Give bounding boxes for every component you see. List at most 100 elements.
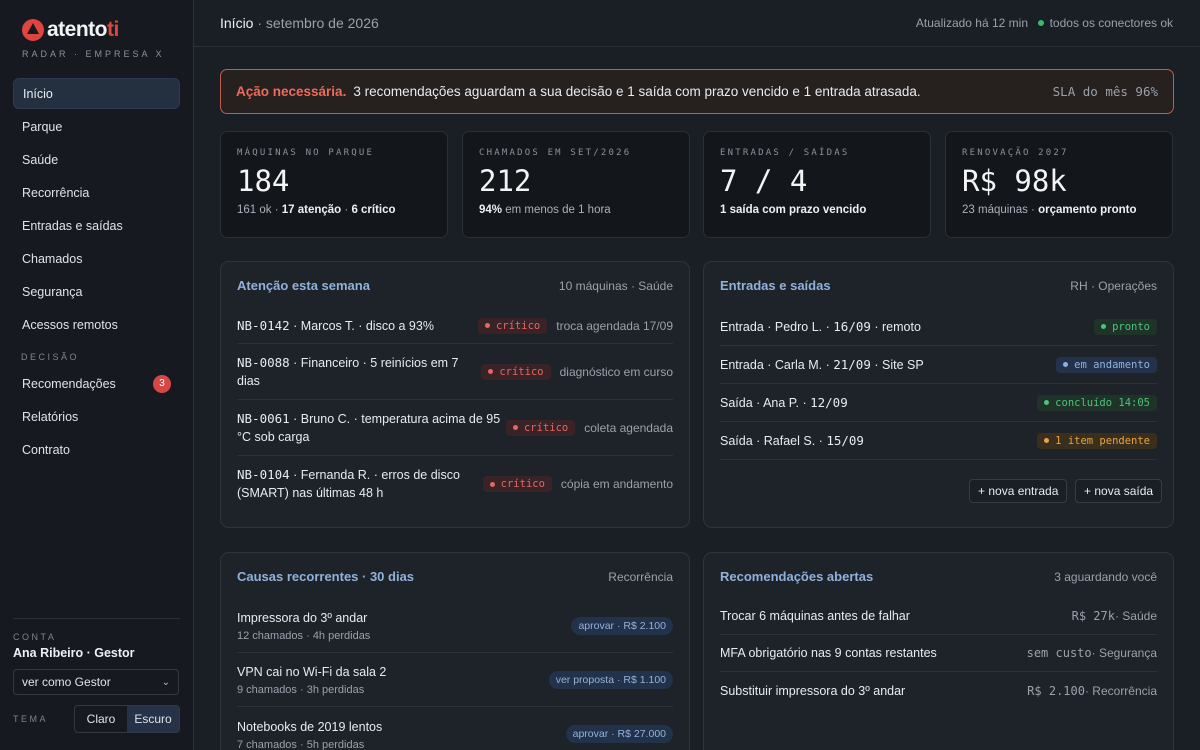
movement-row[interactable]: Entrada · Carla M. · 21/09 · Site SP em … (720, 346, 1157, 384)
recurring-row[interactable]: Notebooks de 2019 lentos 7 chamados · 5h… (237, 707, 673, 750)
page-title: Início · setembro de 2026 (220, 15, 379, 31)
recurring-row-text: VPN cai no Wi-Fi da sala 2 9 chamados · … (237, 665, 387, 696)
sidebar-item-label: Contrato (22, 442, 70, 457)
kpi-sub: 1 saída com prazo vencido (720, 204, 867, 216)
recommendation-cost: R$ 2.100 (1027, 683, 1085, 698)
kpi-machines[interactable]: MÁQUINAS NO PARQUE 184 161 ok · 17 atenç… (220, 131, 448, 238)
recurring-row[interactable]: Impressora do 3º andar 12 chamados · 4h … (237, 599, 673, 653)
attention-row-text: NB-0061 · Bruno C. · temperatura acima d… (237, 410, 501, 444)
sidebar-item-chamados[interactable]: Chamados (13, 243, 180, 274)
recommendation-area: · Segurança (1091, 646, 1157, 660)
status-dot-icon (1037, 20, 1044, 26)
page-period: · setembro de 2026 (257, 15, 379, 31)
page-title-text: Início (220, 15, 254, 31)
movement-row-text: Entrada · Carla M. · 21/09 · Site SP (720, 356, 924, 372)
sidebar-item-relatorios[interactable]: Relatórios (13, 401, 180, 432)
sidebar-divider (13, 618, 180, 619)
attention-row-text: NB-0142 · Marcos T. · disco a 93% (237, 317, 434, 333)
panel-title[interactable]: Atenção esta semana (237, 278, 370, 293)
attention-row[interactable]: NB-0104 · Fernanda R. · erros de disco (… (237, 456, 673, 512)
theme-option-dark[interactable]: Escuro (127, 706, 179, 732)
brand-logo[interactable]: atentoti (22, 18, 119, 42)
recurring-row[interactable]: VPN cai no Wi-Fi da sala 2 9 chamados · … (237, 653, 673, 707)
recurring-row-text: Impressora do 3º andar 12 chamados · 4h … (237, 611, 371, 642)
movement-row-text: Saída · Rafael S. · 15/09 (720, 432, 864, 448)
status-badge: 1 item pendente (1037, 432, 1157, 449)
sidebar-item-label: Saúde (22, 152, 59, 167)
panel-title[interactable]: Recomendações abertas (720, 569, 873, 584)
sla-month: SLA do mês 96% (1052, 84, 1158, 99)
logo-text: atentoti (47, 18, 119, 41)
kpi-label: RENOVAÇÃO 2027 (962, 148, 1069, 158)
attention-row[interactable]: NB-0142 · Marcos T. · disco a 93% crític… (237, 308, 673, 344)
theme-label: TEMA (13, 714, 49, 724)
severity-tag: crítico (482, 476, 552, 492)
recommendation-cost: R$ 27k (1071, 609, 1115, 623)
sidebar-nav: Início Parque Saúde Recorrência Entradas… (13, 78, 180, 467)
panel-meta: 10 máquinas · Saúde (558, 278, 673, 293)
logo-icon (22, 19, 44, 41)
recommendation-area: · Recorrência (1084, 683, 1157, 698)
panel-meta: 3 aguardando você (1054, 569, 1157, 584)
attention-panel: Atenção esta semana 10 máquinas · Saúde … (220, 261, 690, 528)
recurring-action-button[interactable]: ver proposta · R$ 1.100 (548, 670, 673, 689)
panel-title[interactable]: Entradas e saídas (720, 278, 831, 293)
row-status: diagnóstico em curso (559, 364, 673, 379)
status-badge: concluído 14:05 (1037, 394, 1157, 411)
severity-tag: crítico (481, 363, 551, 380)
recurring-row-text: Notebooks de 2019 lentos 7 chamados · 5h… (237, 719, 383, 750)
new-exit-button[interactable]: + nova saída (1075, 479, 1163, 503)
action-required-banner[interactable]: Ação necessária. 3 recomendações aguarda… (220, 69, 1174, 114)
panel-title[interactable]: Causas recorrentes · 30 dias (237, 569, 414, 584)
connectors-status-text: todos os conectores ok (1049, 16, 1173, 30)
recommendation-title: Trocar 6 máquinas antes de falhar (720, 609, 910, 623)
new-entry-button[interactable]: + nova entrada (969, 479, 1068, 503)
chevron-down-icon: ⌄ (161, 676, 170, 688)
alert-text: 3 recomendações aguardam a sua decisão e… (353, 84, 921, 99)
row-status: cópia em andamento (560, 477, 673, 491)
recommendation-row[interactable]: Substituir impressora do 3º andar R$ 2.1… (720, 672, 1157, 709)
account-label: CONTA (13, 632, 57, 642)
kpi-value: R$ 98k (962, 164, 1067, 198)
movement-row[interactable]: Entrada · Pedro L. · 16/09 · remoto pron… (720, 308, 1157, 346)
sidebar-section-decisao: DECISÃO (21, 352, 80, 362)
last-updated: Atualizado há 12 min (915, 16, 1028, 30)
alert-title: Ação necessária. (236, 84, 347, 99)
brand-subtitle: RADAR · EMPRESA X (22, 49, 165, 59)
recommendation-row[interactable]: MFA obrigatório nas 9 contas restantes s… (720, 635, 1157, 672)
recommendation-area: · Saúde (1114, 609, 1157, 623)
sidebar-item-parque[interactable]: Parque (13, 111, 180, 142)
kpi-entries-exits[interactable]: ENTRADAS / SAÍDAS 7 / 4 1 saída com praz… (703, 131, 931, 238)
sidebar-item-inicio[interactable]: Início (13, 78, 180, 109)
sidebar-item-contrato[interactable]: Contrato (13, 434, 180, 465)
kpi-renewal[interactable]: RENOVAÇÃO 2027 R$ 98k 23 máquinas · orça… (945, 131, 1173, 238)
sidebar-item-label: Início (23, 86, 53, 101)
sidebar-item-label: Relatórios (22, 409, 79, 424)
sidebar-item-label: Recomendações (22, 376, 116, 391)
movement-row[interactable]: Saída · Ana P. · 12/09 concluído 14:05 (720, 384, 1157, 422)
recommendation-row[interactable]: Trocar 6 máquinas antes de falhar R$ 27k… (720, 598, 1157, 635)
connectors-status[interactable]: todos os conectores ok (1037, 16, 1173, 30)
recurring-causes-panel: Causas recorrentes · 30 dias Recorrência… (220, 552, 690, 750)
view-as-select[interactable]: ver como Gestor ⌄ (13, 669, 179, 695)
theme-option-light[interactable]: Claro (75, 706, 127, 732)
sidebar-item-saude[interactable]: Saúde (13, 144, 180, 175)
recurring-action-button[interactable]: aprovar · R$ 27.000 (565, 725, 673, 743)
sidebar-item-recomendacoes[interactable]: Recomendações 3 (13, 368, 180, 399)
kpi-tickets[interactable]: CHAMADOS EM SET/2026 212 94% em menos de… (462, 131, 690, 238)
movement-row-text: Saída · Ana P. · 12/09 (720, 394, 848, 410)
sidebar-item-seguranca[interactable]: Segurança (13, 276, 180, 307)
movement-row-text: Entrada · Pedro L. · 16/09 · remoto (720, 318, 921, 334)
attention-row[interactable]: NB-0061 · Bruno C. · temperatura acima d… (237, 400, 673, 456)
status-badge: em andamento (1056, 356, 1157, 373)
sidebar-item-recorrencia[interactable]: Recorrência (13, 177, 180, 208)
kpi-label: MÁQUINAS NO PARQUE (237, 148, 375, 158)
movement-row[interactable]: Saída · Rafael S. · 15/09 1 item pendent… (720, 422, 1157, 460)
attention-row[interactable]: NB-0088 · Financeiro · 5 reinícios em 7 … (237, 344, 673, 400)
sidebar-item-acessos-remotos[interactable]: Acessos remotos (13, 309, 180, 340)
sidebar-item-entradas-saidas[interactable]: Entradas e saídas (13, 210, 180, 241)
panel-meta: Recorrência (608, 569, 673, 584)
recurring-action-button[interactable]: aprovar · R$ 2.100 (571, 616, 673, 635)
row-status: coleta agendada (584, 420, 673, 435)
account-name: Ana Ribeiro · Gestor (13, 646, 135, 660)
